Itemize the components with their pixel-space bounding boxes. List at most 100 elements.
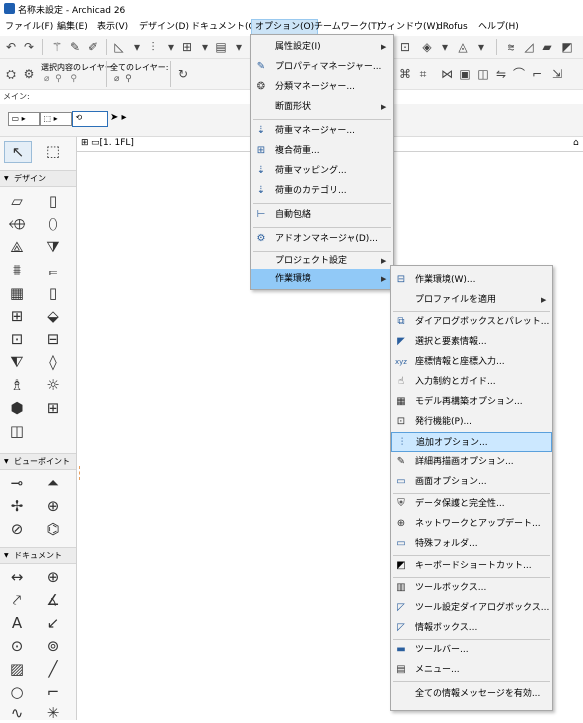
sheet-icon[interactable]: ◩ xyxy=(560,40,574,54)
guide-line-icon[interactable]: ◺ xyxy=(112,40,126,54)
section-tool-icon[interactable]: ⊸ xyxy=(4,473,30,493)
marquee-button[interactable]: ⬚ ▸ xyxy=(40,112,72,126)
elevation-tool-icon[interactable]: ⏶ xyxy=(40,473,66,493)
column-tool-icon[interactable]: ▯ xyxy=(40,191,66,211)
grid-element-icon[interactable]: ⊞ xyxy=(40,398,66,418)
cursor-select-icon[interactable]: ➤ ▸ xyxy=(110,112,127,123)
menu-item-attributes[interactable]: 属性設定(I) ▶ xyxy=(251,37,393,57)
submenu-item-publishing[interactable]: ⊡ 発行機能(P)... xyxy=(391,412,552,432)
submenu-item-info-box[interactable]: ◸ 情報ボックス... xyxy=(391,618,552,638)
submenu-item-constraints-guides[interactable]: ☝ 入力制約とガイド... xyxy=(391,372,552,392)
stairs-icon[interactable]: ⊡ xyxy=(398,40,412,54)
polyline-tool-icon[interactable]: ⌐ xyxy=(40,682,66,702)
pet-palette-button[interactable]: ▭ ▸ xyxy=(8,112,40,126)
circle-tool-icon[interactable]: ○ xyxy=(4,682,30,702)
submenu-item-toolbox[interactable]: ▥ ツールボックス... xyxy=(391,578,552,598)
spline-tool-icon[interactable]: ∿ xyxy=(4,703,30,723)
menu-item-classification-manager[interactable]: ❂ 分類マネージャー... xyxy=(251,77,393,97)
dropdown-arrow-icon[interactable]: ▾ xyxy=(232,40,246,54)
submenu-item-enable-all-messages[interactable]: 全ての情報メッセージを有効... xyxy=(391,684,552,704)
rotate-icon[interactable]: ↻ xyxy=(176,67,190,81)
all-layers-visibility-icon[interactable]: ⌀ ⚲ xyxy=(114,74,132,84)
magic-wand-icon[interactable]: ⚚ xyxy=(50,40,64,54)
3d-view-icon[interactable]: ◈ xyxy=(420,40,434,54)
floor-plan-tab[interactable]: ▭[1. 1FL] xyxy=(91,138,134,148)
element-settings-icon[interactable]: ⚙ xyxy=(22,67,36,81)
offset-icon[interactable]: ▣ xyxy=(458,67,472,81)
dropdown-arrow-icon[interactable]: ▾ xyxy=(198,40,212,54)
submenu-item-more-options[interactable]: ⫶ 追加オプション... xyxy=(391,432,552,452)
submenu-item-screen-options[interactable]: ▭ 画面オプション... xyxy=(391,472,552,492)
shape-icon[interactable]: ◬ xyxy=(456,40,470,54)
adjust-icon[interactable]: ⌘ xyxy=(398,67,412,81)
skylight-tool-icon[interactable]: ⬙ xyxy=(40,306,66,326)
slab-tool-icon[interactable]: ⬯ xyxy=(40,214,66,234)
window-tool-icon[interactable]: ⊞ xyxy=(4,306,30,326)
submenu-item-redraw-options[interactable]: ✎ 詳細再描画オプション... xyxy=(391,452,552,472)
submenu-item-network-update[interactable]: ⊕ ネットワークとアップデート... xyxy=(391,514,552,534)
panel-tool-icon[interactable]: ◫ xyxy=(4,421,30,441)
zone-tool-icon[interactable]: ⊟ xyxy=(40,329,66,349)
menu-item-load-manager[interactable]: ⇣ 荷重マネージャー... xyxy=(251,121,393,141)
menu-item-profiles[interactable]: 断面形状 ▶ xyxy=(251,97,393,117)
level-dimension-icon[interactable]: ⊕ xyxy=(40,567,66,587)
dropdown-arrow-icon[interactable]: ▾ xyxy=(474,40,488,54)
arrow-select-button[interactable]: ⟲ xyxy=(72,111,108,127)
menu-item-auto-intersection[interactable]: ⊢ 自動包絡 xyxy=(251,205,393,225)
dropdown-arrow-icon[interactable]: ▾ xyxy=(438,40,452,54)
submenu-item-menus[interactable]: ▤ メニュー... xyxy=(391,660,552,680)
mirror-icon[interactable]: ⇋ xyxy=(494,67,508,81)
angle-dimension-icon[interactable]: ∡ xyxy=(40,590,66,610)
wall-tool-icon[interactable]: ▱ xyxy=(4,191,30,211)
arrow-tool-icon[interactable]: ↖ xyxy=(4,141,32,163)
worksheet-tool-icon[interactable]: ⊕ xyxy=(40,496,66,516)
cube-object-icon[interactable]: ⬢ xyxy=(4,398,30,418)
opening-tool-icon[interactable]: ⊡ xyxy=(4,329,30,349)
beam-tool-icon[interactable]: ⬲ xyxy=(4,214,30,234)
object-tool-icon[interactable]: ♗ xyxy=(4,375,30,395)
text-tool-icon[interactable]: A xyxy=(4,613,30,633)
fill-tool-icon[interactable]: ▨ xyxy=(4,659,30,679)
morph-tool-icon[interactable]: ◊ xyxy=(40,352,66,372)
menu-item-project-settings[interactable]: プロジェクト設定 ▶ xyxy=(251,251,393,271)
curtain-wall-tool-icon[interactable]: ▦ xyxy=(4,283,30,303)
intersect-icon[interactable]: ⌗ xyxy=(416,67,430,81)
trim-icon[interactable]: ⌐ xyxy=(530,67,544,81)
marquee-tool-icon[interactable]: ⬚ xyxy=(40,141,66,161)
detail-tool-icon[interactable]: ⊘ xyxy=(4,519,30,539)
interior-elevation-icon[interactable]: ✢ xyxy=(4,496,30,516)
curve-icon[interactable]: ⌒ xyxy=(512,67,526,81)
line-tool-icon[interactable]: ╱ xyxy=(40,659,66,679)
mesh-tool-icon[interactable]: ⧨ xyxy=(4,352,30,372)
menu-item-work-environment[interactable]: 作業環境 ▶ xyxy=(251,269,393,289)
submenu-item-special-folders[interactable]: ▭ 特殊フォルダ... xyxy=(391,534,552,554)
dropdown-arrow-icon[interactable]: ▾ xyxy=(130,40,144,54)
3d-document-icon[interactable]: ▰ xyxy=(540,40,554,54)
layer-visibility-icon[interactable]: ⌀ ⚲ ⚲ xyxy=(44,74,77,84)
submenu-item-toolbars[interactable]: ▬ ツールバー... xyxy=(391,640,552,660)
dimension-tool-icon[interactable]: ↔ xyxy=(4,567,30,587)
submenu-item-tool-settings[interactable]: ◸ ツール設定ダイアログボックス... xyxy=(391,598,552,618)
redo-icon[interactable]: ↷ xyxy=(22,40,36,54)
camera-tool-icon[interactable]: ⌬ xyxy=(40,519,66,539)
toolbox-group-design[interactable]: ▼ デザイン xyxy=(0,170,76,187)
menu-view[interactable]: 表示(V) xyxy=(94,20,131,34)
menu-drofus[interactable]: dRofus xyxy=(434,20,471,34)
dropdown-arrow-icon[interactable]: ▾ xyxy=(164,40,178,54)
undo-icon[interactable]: ↶ xyxy=(4,40,18,54)
grid-snap-icon[interactable]: ⊞ xyxy=(180,40,194,54)
toolbox-group-viewpoint[interactable]: ▼ ビューポイント xyxy=(0,453,76,470)
pen-icon[interactable]: ✎ xyxy=(68,40,82,54)
menu-edit[interactable]: 編集(E) xyxy=(54,20,91,34)
door-tool-icon[interactable]: ▯ xyxy=(40,283,66,303)
fill-marker-icon[interactable]: ⊚ xyxy=(40,636,66,656)
shell-tool-icon[interactable]: ⧩ xyxy=(40,237,66,257)
railing-tool-icon[interactable]: ⫭ xyxy=(40,260,66,280)
submenu-item-model-rebuild[interactable]: ▦ モデル再構築オプション... xyxy=(391,392,552,412)
submenu-item-work-environment[interactable]: ⊟ 作業環境(W)... xyxy=(391,270,552,290)
fillet-icon[interactable]: ◫ xyxy=(476,67,490,81)
submenu-item-coordinate-input[interactable]: xyz 座標情報と座標入力... xyxy=(391,352,552,372)
label-tool-icon[interactable]: ↙ xyxy=(40,613,66,633)
submenu-item-keyboard-shortcuts[interactable]: ◩ キーボードショートカット... xyxy=(391,556,552,576)
hotspot-tool-icon[interactable]: ✳ xyxy=(40,703,66,723)
